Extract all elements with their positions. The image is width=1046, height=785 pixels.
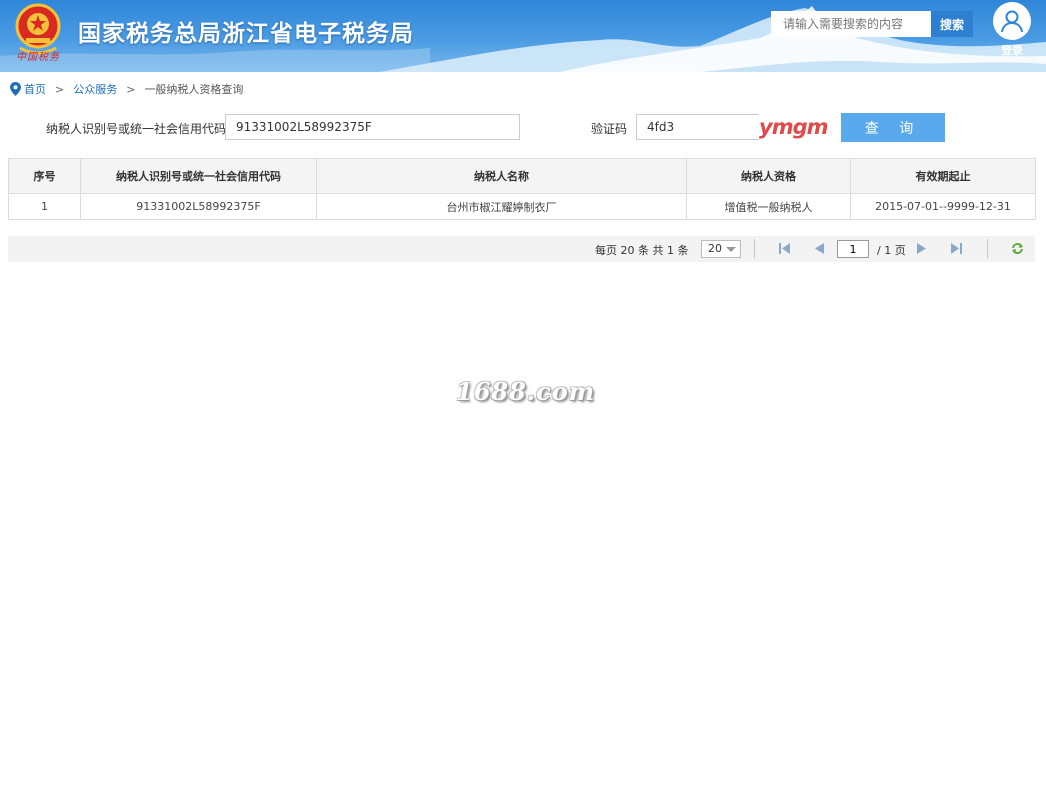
last-page-icon[interactable] <box>950 242 963 255</box>
current-page-input[interactable] <box>837 240 869 258</box>
total-pages: / 1 页 <box>877 244 906 257</box>
column-header-qualification: 纳税人资格 <box>686 158 851 194</box>
taxpayer-id-input[interactable] <box>225 114 520 140</box>
column-header-validity: 有效期起止 <box>850 158 1036 194</box>
emblem-signature: 中国税务 <box>16 52 60 63</box>
first-page-icon[interactable] <box>778 242 791 255</box>
page-size-value: 20 <box>708 242 722 255</box>
cell-validity: 2015-07-01--9999-12-31 <box>850 193 1036 220</box>
chevron-down-icon <box>726 247 736 252</box>
refresh-icon[interactable] <box>1011 242 1024 255</box>
captcha-label: 验证码 <box>591 122 628 136</box>
location-pin-icon <box>10 82 21 96</box>
pager-divider <box>754 239 755 259</box>
cell-index: 1 <box>8 193 81 220</box>
cell-qualification: 增值税一般纳税人 <box>686 193 851 220</box>
taxpayer-id-label: 纳税人识别号或统一社会信用代码 <box>46 122 227 136</box>
site-header: 中国税务 国家税务总局浙江省电子税务局 搜索 登录 <box>0 0 1046 72</box>
column-header-taxpayer-id: 纳税人识别号或统一社会信用代码 <box>80 158 317 194</box>
search-input[interactable] <box>771 11 931 37</box>
breadcrumb-public-service[interactable]: 公众服务 <box>73 81 117 97</box>
cell-taxpayer-name: 台州市椒江耀婷制衣厂 <box>316 193 687 220</box>
prev-page-icon[interactable] <box>813 242 826 255</box>
captcha-text: ymgm <box>759 115 828 139</box>
captcha-image[interactable]: ymgm <box>759 114 829 141</box>
cell-taxpayer-id: 91331002L58992375F <box>80 193 317 220</box>
watermark: 1688.com <box>456 377 596 406</box>
next-page-icon[interactable] <box>915 242 928 255</box>
breadcrumb-home[interactable]: 首页 <box>24 81 46 97</box>
query-button[interactable]: 查 询 <box>841 113 945 142</box>
user-avatar[interactable] <box>993 2 1031 40</box>
page-size-select[interactable]: 20 <box>701 240 741 258</box>
breadcrumb-current: 一般纳税人资格查询 <box>144 83 244 96</box>
breadcrumb-separator: > <box>55 82 65 96</box>
pager-divider <box>987 239 988 259</box>
result-table: 序号 纳税人识别号或统一社会信用代码 纳税人名称 纳税人资格 有效期起止 1 9… <box>8 158 1036 220</box>
user-icon <box>1001 10 1023 33</box>
pagination-bar: 每页 20 条 共 1 条 20 / 1 页 <box>8 236 1035 262</box>
column-header-index: 序号 <box>8 158 81 194</box>
table-row[interactable]: 1 91331002L58992375F 台州市椒江耀婷制衣厂 增值税一般纳税人… <box>8 193 1036 220</box>
login-label: 登录 <box>1001 44 1023 57</box>
breadcrumb: 首页 > 公众服务 > 一般纳税人资格查询 <box>10 81 243 97</box>
table-header-row: 序号 纳税人识别号或统一社会信用代码 纳税人名称 纳税人资格 有效期起止 <box>8 158 1036 194</box>
captcha-input[interactable] <box>636 114 760 140</box>
column-header-taxpayer-name: 纳税人名称 <box>316 158 687 194</box>
site-title: 国家税务总局浙江省电子税务局 <box>78 21 414 47</box>
search-button[interactable]: 搜索 <box>931 11 973 37</box>
page-info: 每页 20 条 共 1 条 <box>595 244 689 257</box>
breadcrumb-separator: > <box>126 82 136 96</box>
login-button[interactable]: 登录 <box>991 2 1033 58</box>
